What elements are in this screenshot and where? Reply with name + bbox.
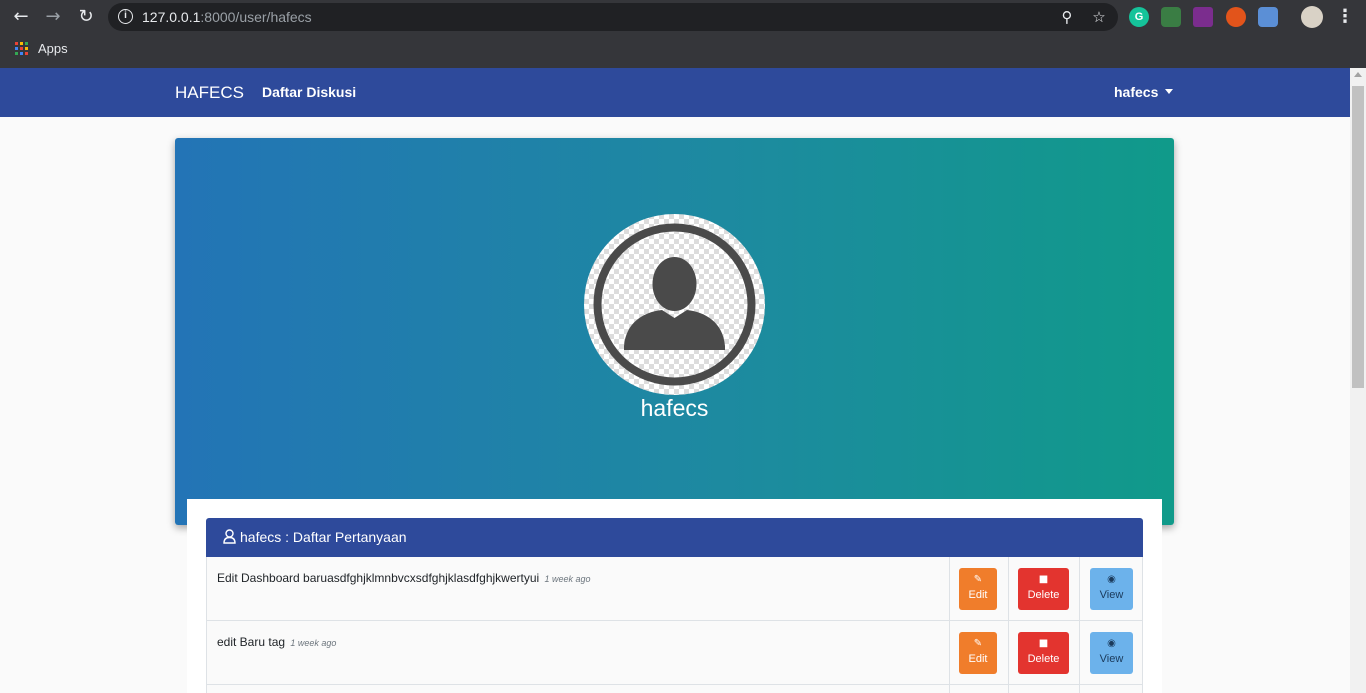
view-button[interactable]: ◉ View bbox=[1090, 568, 1133, 610]
forward-icon[interactable]: → bbox=[41, 5, 65, 29]
cell-divider bbox=[1008, 557, 1009, 620]
cell-divider bbox=[949, 557, 950, 620]
grammarly-extension-icon[interactable]: G bbox=[1129, 7, 1149, 27]
browser-chrome: ← → ↻ i 127.0.0.1:8000/user/hafecs ⚲ ☆ G… bbox=[0, 0, 1366, 68]
edit-button-label: Edit bbox=[968, 653, 988, 665]
user-dropdown-label: hafecs bbox=[1114, 84, 1159, 100]
edit-icon: ✎ bbox=[973, 638, 983, 649]
extension-icon-2[interactable] bbox=[1161, 7, 1181, 27]
cell-divider bbox=[949, 685, 950, 693]
scroll-up-arrow-icon[interactable] bbox=[1354, 72, 1362, 77]
table-row: Edit Dashboard baruasdfghjklmnbvcxsdfghj… bbox=[206, 557, 1143, 621]
trash-icon: ■ bbox=[1038, 574, 1049, 585]
question-timestamp: 1 week ago bbox=[290, 638, 337, 648]
trash-icon: ■ bbox=[1038, 638, 1049, 649]
extension-icon-4[interactable] bbox=[1226, 7, 1246, 27]
menu-kebab-icon[interactable]: ⋮ bbox=[1333, 5, 1357, 29]
delete-button[interactable]: ■ Delete bbox=[1018, 568, 1069, 610]
profile-avatar[interactable] bbox=[1301, 6, 1323, 28]
question-title-text: Edit Dashboard baruasdfghjklmnbvcxsdfghj… bbox=[217, 571, 540, 585]
question-title-text: edit Baru tag bbox=[217, 635, 286, 649]
question-title[interactable]: edit Baru tag 1 week ago bbox=[217, 635, 336, 649]
view-button[interactable]: ◉ View bbox=[1090, 632, 1133, 674]
user-silhouette-icon bbox=[593, 223, 756, 386]
caret-down-icon bbox=[1165, 88, 1174, 94]
edit-button-label: Edit bbox=[968, 589, 988, 601]
info-icon[interactable]: i bbox=[118, 9, 133, 24]
edit-button[interactable]: ✎ Edit bbox=[959, 568, 997, 610]
edit-icon: ✎ bbox=[973, 574, 983, 585]
url-path: :8000/user/hafecs bbox=[200, 9, 312, 25]
bookmarks-bar bbox=[0, 35, 1366, 68]
cell-divider bbox=[949, 621, 950, 684]
extension-icon-3[interactable] bbox=[1193, 7, 1213, 27]
eye-icon: ◉ bbox=[1107, 574, 1116, 585]
delete-button[interactable]: ■ Delete bbox=[1018, 632, 1069, 674]
scrollbar-thumb[interactable] bbox=[1352, 86, 1364, 388]
cell-divider bbox=[1008, 621, 1009, 684]
questions-card-header: hafecs : Daftar Pertanyaan bbox=[206, 518, 1143, 557]
top-navbar: HAFECS Daftar Diskusi hafecs bbox=[0, 68, 1350, 117]
question-title[interactable]: Edit Dashboard baruasdfghjklmnbvcxsdfghj… bbox=[217, 571, 591, 585]
user-icon bbox=[223, 529, 236, 544]
view-button-label: View bbox=[1099, 589, 1124, 601]
profile-name: hafecs bbox=[640, 395, 709, 421]
delete-button-label: Delete bbox=[1027, 589, 1060, 601]
delete-button-label: Delete bbox=[1027, 653, 1060, 665]
cell-divider bbox=[1008, 685, 1009, 693]
cell-divider bbox=[1079, 557, 1080, 620]
reload-icon[interactable]: ↻ bbox=[74, 5, 98, 29]
table-row: edit Baru tag 1 week ago ✎ Edit ■ Delete ◉… bbox=[206, 621, 1143, 685]
avatar bbox=[584, 214, 765, 395]
back-icon[interactable]: ← bbox=[9, 5, 33, 29]
bookmark-star-icon[interactable]: ☆ bbox=[1089, 7, 1109, 27]
questions-table: Edit Dashboard baruasdfghjklmnbvcxsdfghj… bbox=[206, 557, 1143, 693]
view-button-label: View bbox=[1099, 653, 1124, 665]
question-timestamp: 1 week ago bbox=[544, 574, 591, 584]
url-host: 127.0.0.1 bbox=[142, 9, 201, 25]
page-scrollbar[interactable] bbox=[1350, 68, 1366, 693]
questions-card-title: hafecs : Daftar Pertanyaan bbox=[240, 529, 407, 545]
user-dropdown[interactable]: hafecs bbox=[1114, 84, 1174, 100]
table-row bbox=[206, 685, 1143, 693]
address-bar[interactable]: i 127.0.0.1:8000/user/hafecs ⚲ ☆ bbox=[108, 3, 1118, 31]
address-row: ← → ↻ i 127.0.0.1:8000/user/hafecs ⚲ ☆ G… bbox=[0, 0, 1366, 35]
profile-hero: hafecs bbox=[175, 138, 1174, 525]
extension-icon-5[interactable] bbox=[1258, 7, 1278, 27]
apps-bookmark-label[interactable]: Apps bbox=[38, 41, 68, 56]
apps-icon[interactable] bbox=[15, 42, 28, 55]
cell-divider bbox=[1079, 621, 1080, 684]
brand-link[interactable]: HAFECS bbox=[175, 83, 244, 103]
nav-link-daftar-diskusi[interactable]: Daftar Diskusi bbox=[262, 84, 356, 100]
edit-button[interactable]: ✎ Edit bbox=[959, 632, 997, 674]
eye-icon: ◉ bbox=[1107, 638, 1116, 649]
cell-divider bbox=[1079, 685, 1080, 693]
zoom-icon[interactable]: ⚲ bbox=[1057, 7, 1077, 27]
page-content: HAFECS Daftar Diskusi hafecs hafecs hafe… bbox=[0, 68, 1350, 693]
url-text[interactable]: 127.0.0.1:8000/user/hafecs bbox=[142, 9, 312, 25]
